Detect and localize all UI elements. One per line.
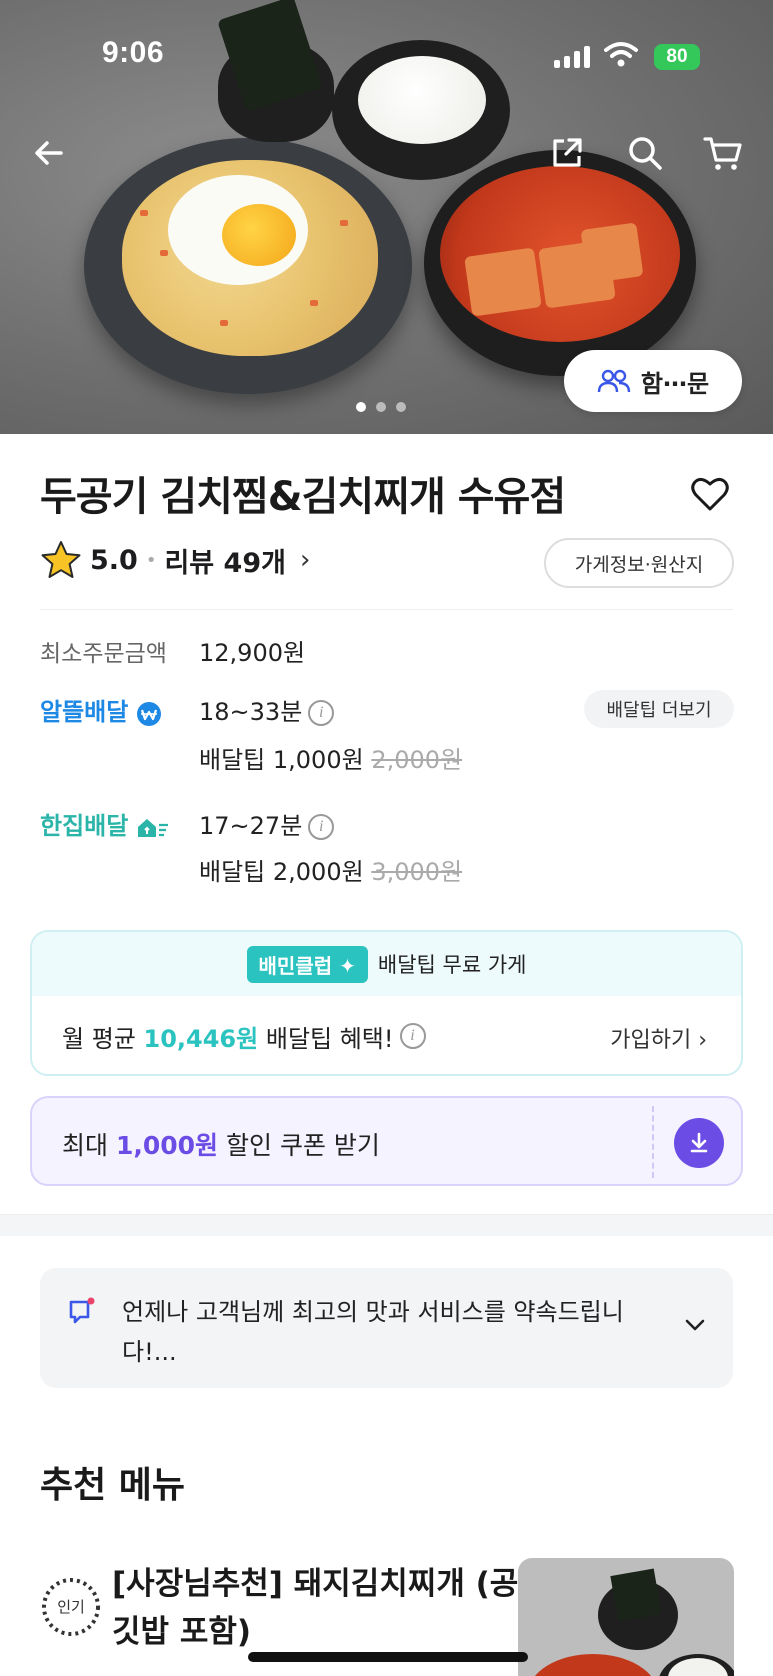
download-icon [690,1132,708,1153]
info-icon[interactable]: i [308,814,335,840]
alttul-badge-icon [136,701,161,726]
recommended-menu-title: 추천 메뉴 [40,1465,186,1506]
hanjib-tip-row: 배달팁 2,000원 3,000원 [199,852,462,887]
search-button[interactable] [622,130,668,176]
search-icon [629,137,662,170]
rice-garnish [220,320,228,326]
owner-notice[interactable]: 언제나 고객님께 최고의 맛과 서비스를 약속드립니다!... [40,1268,733,1388]
coupon-banner[interactable]: 최대 1,000원 할인 쿠폰 받기 [30,1096,743,1186]
favorite-heart-icon[interactable] [690,474,730,514]
alttul-tip-row: 배달팁 1,000원 2,000원 [199,740,462,775]
info-icon[interactable]: i [399,1023,426,1049]
alttul-time-row: 18~33분 i [199,692,335,727]
share-icon [553,138,582,167]
notice-speech-icon [69,1297,95,1324]
club-join-link[interactable]: 가입하기 › [610,1022,707,1054]
alttul-tip: 1,000원 [272,746,364,774]
hanjib-tip: 2,000원 [272,858,364,886]
separator-dot: • [145,549,157,571]
tofu [580,222,644,284]
carousel-dot [376,402,386,412]
alttul-time: 18~33분 [199,698,303,726]
egg-yolk [222,204,296,266]
delivery-tip-more-button[interactable]: 배달팁 더보기 [584,690,734,728]
popular-badge-label: 인기 [57,1598,85,1616]
people-icon [597,369,631,393]
baemin-club-banner[interactable]: 배민클럽 ✦ 배달팁 무료 가게 월 평균 10,446원 배달팁 혜택! i 가… [30,930,743,1076]
hanjib-tip-label: 배달팁 [199,858,266,886]
rice-garnish [340,220,348,226]
divider [40,609,733,610]
coupon-text: 최대 1,000원 할인 쿠폰 받기 [62,1126,380,1162]
hero-image[interactable]: 9:06 80 함⋯문 [0,0,773,434]
info-icon[interactable]: i [308,700,335,726]
chevron-right-icon: › [299,545,311,575]
hanjib-house-icon [137,818,168,837]
hanjib-delivery-label: 한집배달 [40,806,170,841]
club-benefit-prefix: 월 평균 [62,1024,136,1053]
carousel-dot [396,402,406,412]
alttul-delivery-label: 알뜰배달 [40,692,162,727]
coupon-prefix: 최대 [62,1131,109,1160]
status-time: 9:06 [102,36,165,69]
menu-item-thumbnail[interactable] [518,1558,734,1676]
coupon-suffix: 할인 쿠폰 받기 [226,1131,380,1160]
wifi-icon [604,42,638,67]
coupon-download-button[interactable] [674,1118,724,1168]
carousel-dot [356,402,366,412]
rating-score: 5.0 [90,544,138,576]
signal-icon [554,46,590,68]
club-header: 배민클럽 ✦ 배달팁 무료 가게 [32,932,741,996]
min-order-label: 최소주문금액 [40,641,167,667]
status-bar: 9:06 80 [0,0,773,100]
battery-icon: 80 [654,44,700,70]
tofu [464,247,542,317]
group-order-button[interactable]: 함⋯문 [564,350,742,412]
alttul-tip-label: 배달팁 [199,746,266,774]
club-headline: 배달팁 무료 가게 [377,953,527,977]
popular-badge: 인기 [40,1576,102,1638]
hanjib-time: 17~27분 [199,812,303,840]
min-order-value: 12,900원 [199,639,306,667]
club-benefit-amount: 10,446원 [143,1024,259,1053]
chevron-down-icon[interactable] [682,1312,708,1338]
store-name: 두공기 김치찜&김치찌개 수유점 [40,474,566,520]
coupon-divider [652,1106,654,1178]
cart-button[interactable] [700,130,746,176]
store-info-button[interactable]: 가게정보·원산지 [544,538,734,588]
club-benefit: 월 평균 10,446원 배달팁 혜택! i 가입하기 › [32,996,741,1074]
back-button[interactable] [26,130,72,176]
club-benefit-suffix: 배달팁 혜택! [265,1024,394,1053]
group-order-label: 함⋯문 [640,369,710,398]
coupon-amount: 1,000원 [115,1131,219,1160]
rating-row[interactable]: 5.0 • 리뷰 49개 › [40,540,310,580]
notice-text: 언제나 고객님께 최고의 맛과 서비스를 약속드립니다!... [122,1298,624,1366]
home-indicator[interactable] [248,1652,528,1662]
club-badge: 배민클럽 ✦ [246,945,368,983]
share-button[interactable] [544,130,590,176]
star-icon [41,541,81,578]
hanjib-time-row: 17~27분 i [199,806,335,841]
review-count: 리뷰 49개 [164,547,286,579]
rice-garnish [140,210,148,216]
rice-garnish [160,250,168,256]
menu-item-name: [사장님추천] 돼지김치찌개 (공깃밥 포함) [112,1566,519,1650]
cart-icon [703,137,742,170]
hanjib-tip-original: 3,000원 [371,858,463,886]
rice-garnish [310,300,318,306]
carousel-indicator [356,402,406,412]
arrow-left-icon [35,141,63,165]
section-gap [0,1214,773,1236]
alttul-tip-original: 2,000원 [371,746,463,774]
